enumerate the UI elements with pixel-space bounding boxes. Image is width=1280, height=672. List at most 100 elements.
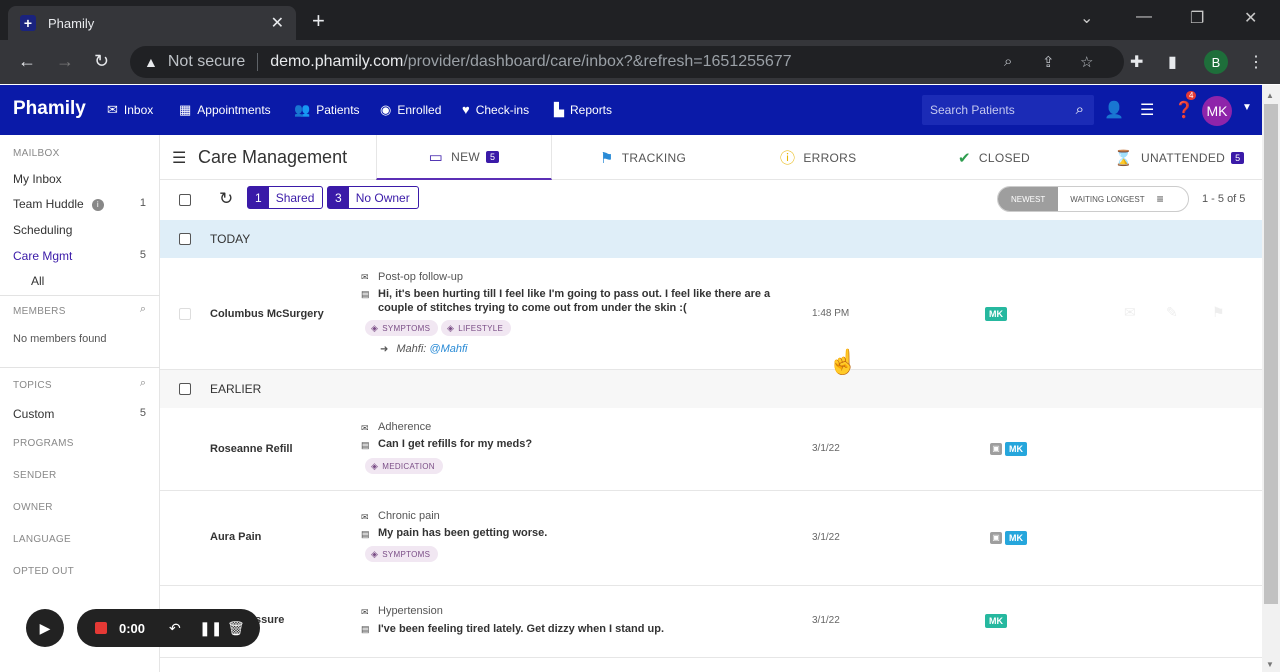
topics-search-icon[interactable]: ⌕ <box>140 377 146 390</box>
tab-unattended[interactable]: ⌛ UNATTENDED 5 <box>1114 135 1245 180</box>
tab-search-icon[interactable]: ⌄ <box>1080 8 1093 28</box>
message-row[interactable]: ssure ✉ Hypertension ▤ I've been feeling… <box>160 586 1262 658</box>
trash-icon[interactable]: 🗑 <box>227 620 245 637</box>
tab-new[interactable]: ▭ NEW 5 <box>376 135 552 180</box>
select-all-checkbox[interactable] <box>179 194 191 206</box>
members-search-icon[interactable]: ⌕ <box>140 303 146 316</box>
extensions-icon[interactable]: ✚ <box>1130 52 1143 72</box>
forward-icon[interactable]: → <box>56 51 74 72</box>
browser-profile-avatar[interactable]: B <box>1204 50 1228 74</box>
minimize-icon[interactable]: — <box>1136 8 1152 26</box>
new-tab-icon[interactable]: + <box>312 8 325 34</box>
pause-icon[interactable]: ❚❚ <box>199 620 222 637</box>
message-row[interactable]: Columbus McSurgery ✉ Post-op follow-up ▤… <box>160 258 1262 370</box>
filter-icon[interactable]: ≡ <box>1157 192 1164 206</box>
brand-logo[interactable]: Phamily <box>13 98 86 120</box>
help-icon[interactable]: ❓ <box>1174 100 1194 120</box>
close-tab-icon[interactable]: ✕ <box>271 13 284 33</box>
message-time: 3/1/22 <box>812 443 840 454</box>
filter-programs[interactable]: PROGRAMS <box>13 438 74 449</box>
filter-owner[interactable]: OWNER <box>13 502 53 513</box>
patient-search-input[interactable]: Search Patients ⌕ <box>922 95 1094 125</box>
sidebar-item-all[interactable]: All <box>31 274 44 288</box>
hamburger-menu-icon[interactable]: ☰ <box>172 148 186 168</box>
side-panel-icon[interactable]: ▮ <box>1168 52 1177 72</box>
filter-opted-out[interactable]: OPTED OUT <box>13 566 74 577</box>
sidebar-item-my-inbox[interactable]: My Inbox <box>13 172 62 186</box>
message-row[interactable]: Roseanne Refill ✉ Adherence ▤ Can I get … <box>160 408 1262 491</box>
no-owner-filter-chip[interactable]: 3 No Owner <box>327 186 419 209</box>
tab-tracking[interactable]: ⚑ TRACKING <box>600 135 686 180</box>
filter-language[interactable]: LANGUAGE <box>13 534 71 545</box>
nav-enrolled[interactable]: ◉ Enrolled <box>380 102 441 118</box>
tag-lifestyle[interactable]: ◈ LIFESTYLE <box>441 320 512 336</box>
security-label: Not secure <box>167 53 246 70</box>
sidebar-item-scheduling[interactable]: Scheduling <box>13 223 72 237</box>
scrollbar-thumb[interactable] <box>1264 104 1278 604</box>
topics-heading: TOPICS <box>13 380 52 391</box>
tab-closed[interactable]: ✔ CLOSED <box>958 135 1030 180</box>
message-action-icon[interactable]: ✉ <box>1124 304 1136 321</box>
tag-symptoms[interactable]: ◈ SYMPTOMS <box>365 320 439 336</box>
divider <box>0 367 160 368</box>
tab-label: UNATTENDED <box>1140 150 1226 165</box>
tag-label: LIFESTYLE <box>458 323 504 333</box>
browser-tab[interactable]: + Phamily ✕ <box>8 6 296 40</box>
sidebar-item-custom[interactable]: Custom <box>13 407 54 421</box>
browser-menu-icon[interactable]: ⋮ <box>1248 52 1264 72</box>
inbox-toolbar: ↻ 1 Shared 3 No Owner NEWEST WAITING LON… <box>160 180 1262 220</box>
edit-icon[interactable]: ✎ <box>1166 304 1178 321</box>
user-avatar[interactable]: MK <box>1202 96 1232 126</box>
camera-toggle-button[interactable]: ▶ <box>26 609 64 647</box>
add-patient-icon[interactable]: 👤 <box>1104 100 1124 120</box>
tab-label: TRACKING <box>621 150 687 165</box>
scroll-down-icon[interactable]: ▼ <box>1266 660 1274 669</box>
mail-icon: ✉ <box>107 102 118 117</box>
undo-icon[interactable]: ↶ <box>169 620 181 637</box>
restore-icon[interactable]: ❐ <box>1190 8 1204 28</box>
stop-recording-button[interactable] <box>95 622 107 634</box>
sidebar-item-care-mgmt[interactable]: Care Mgmt <box>13 249 72 263</box>
back-icon[interactable]: ← <box>18 51 36 72</box>
owner-badge[interactable]: MK <box>1005 442 1027 456</box>
assigned-group-icon: ▣ <box>990 532 1002 544</box>
heart-pulse-icon: ♥ <box>462 102 470 117</box>
group-checkbox[interactable] <box>179 233 191 245</box>
flag-icon[interactable]: ⚑ <box>1212 304 1225 321</box>
inbox-icon: ▭ <box>428 148 444 166</box>
list-icon[interactable]: ☰ <box>1140 100 1154 120</box>
message-row[interactable]: Aura Pain ✉ Chronic pain ▤ My pain has b… <box>160 491 1262 586</box>
nav-reports[interactable]: ▙ Reports <box>554 102 612 118</box>
info-icon[interactable]: i <box>91 198 104 211</box>
nav-checkins[interactable]: ♥ Check-ins <box>462 102 529 117</box>
address-bar[interactable]: ▲ Not secure demo.phamily.com/provider/d… <box>130 46 1124 78</box>
mail-icon: ✉ <box>361 423 369 433</box>
sidebar-item-team-huddle[interactable]: Team Huddle i <box>13 197 104 211</box>
bookmark-star-icon[interactable]: ☆ <box>1080 53 1093 71</box>
shared-filter-chip[interactable]: 1 Shared <box>247 186 324 209</box>
search-icon[interactable]: ⌕ <box>1076 101 1084 118</box>
zoom-icon[interactable]: ⌕ <box>1004 53 1012 70</box>
tag-medication[interactable]: ◈ MEDICATION <box>365 458 443 474</box>
nav-patients[interactable]: 👥 Patients <box>294 102 360 118</box>
owner-badge[interactable]: MK <box>1005 531 1027 545</box>
tag-symptoms[interactable]: ◈ SYMPTOMS <box>365 546 439 562</box>
row-checkbox[interactable] <box>179 308 191 320</box>
refresh-icon[interactable]: ↻ <box>219 189 233 209</box>
reply-mention[interactable]: @Mahfi <box>429 343 467 355</box>
window-close-icon[interactable]: ✕ <box>1244 8 1257 28</box>
filter-sender[interactable]: SENDER <box>13 470 56 481</box>
scroll-up-icon[interactable]: ▲ <box>1266 91 1274 100</box>
reload-icon[interactable]: ↻ <box>94 51 109 72</box>
share-icon[interactable]: ⇪ <box>1042 53 1055 71</box>
chevron-down-icon[interactable]: ▼ <box>1242 102 1252 113</box>
owner-badge[interactable]: MK <box>985 614 1007 628</box>
nav-appointments[interactable]: ▦ Appointments <box>179 102 271 118</box>
sort-waiting-longest-button[interactable]: WAITING LONGEST <box>1058 195 1156 204</box>
custom-count: 5 <box>139 407 146 419</box>
nav-inbox[interactable]: ✉ Inbox <box>107 102 153 118</box>
sort-newest-button[interactable]: NEWEST <box>998 187 1059 211</box>
group-checkbox[interactable] <box>179 383 191 395</box>
owner-badge[interactable]: MK <box>985 307 1007 321</box>
tab-errors[interactable]: ⓘ ERRORS <box>780 135 856 180</box>
